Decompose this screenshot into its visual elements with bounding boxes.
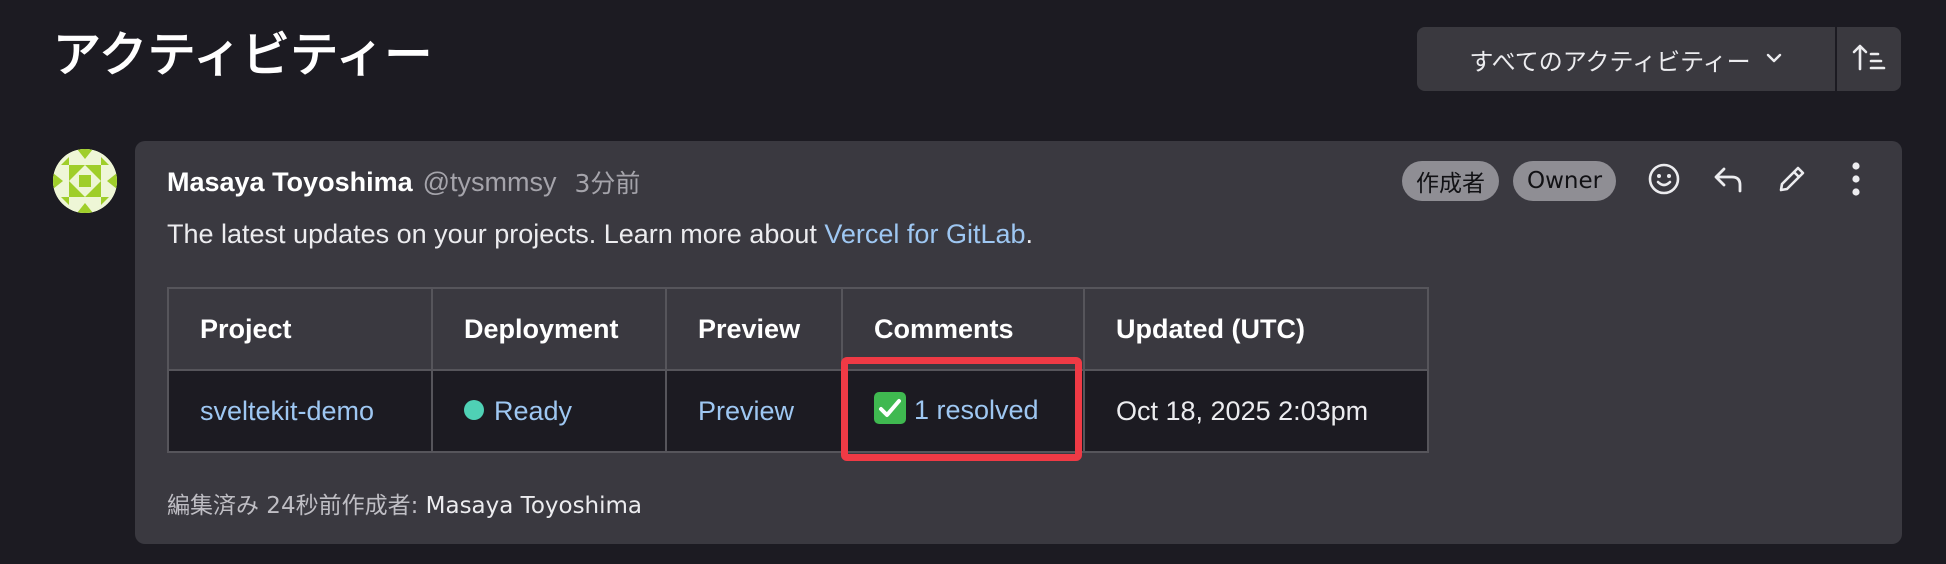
smile-icon: [1647, 162, 1681, 201]
activity-filter-dropdown[interactable]: すべてのアクティビティー: [1417, 27, 1835, 91]
editor-name-link[interactable]: Masaya Toyoshima: [426, 493, 642, 519]
cell-updated: Oct 18, 2025 2:03pm: [1083, 369, 1429, 453]
cell-preview: Preview: [665, 369, 843, 453]
activity-page: アクティビティー すべてのアクティビティー Masaya Toyoshima @…: [0, 0, 1946, 564]
note-body: The latest updates on your projects. Lea…: [167, 213, 1033, 255]
note-timestamp[interactable]: 3分前: [575, 164, 641, 200]
page-title: アクティビティー: [53, 27, 433, 83]
ready-status-dot: [464, 400, 484, 421]
note-actions: [1642, 159, 1878, 203]
reply-icon: [1712, 163, 1744, 200]
note-header: Masaya Toyoshima @tysmmsy 3分前: [167, 161, 640, 203]
more-actions-button[interactable]: [1834, 159, 1878, 203]
header-preview: Preview: [665, 287, 843, 371]
table-header-row: Project Deployment Preview Comments Upda…: [167, 287, 1429, 371]
author-name[interactable]: Masaya Toyoshima: [167, 167, 413, 198]
role-badges: 作成者 Owner: [1402, 161, 1617, 201]
header-updated: Updated (UTC): [1083, 287, 1429, 371]
author-handle[interactable]: @tysmmsy: [423, 167, 557, 198]
note-card: Masaya Toyoshima @tysmmsy 3分前 作成者 Owner: [135, 141, 1902, 544]
sort-ascending-icon: [1852, 42, 1886, 77]
reply-button[interactable]: [1706, 159, 1750, 203]
avatar[interactable]: [53, 149, 117, 213]
chevron-down-icon: [1765, 45, 1783, 73]
note-body-suffix: .: [1025, 219, 1034, 249]
table-row: sveltekit-demo Ready Preview 1 resolved …: [167, 369, 1429, 453]
vercel-for-gitlab-link[interactable]: Vercel for GitLab: [824, 219, 1025, 249]
edited-text: 編集済み 24秒前作成者:: [167, 493, 426, 519]
edit-button[interactable]: [1770, 159, 1814, 203]
cell-deployment: Ready: [431, 369, 667, 453]
preview-link[interactable]: Preview: [698, 396, 794, 426]
cell-project: sveltekit-demo: [167, 369, 433, 453]
deployment-table: Project Deployment Preview Comments Upda…: [167, 287, 1429, 453]
more-vertical-icon: [1850, 161, 1862, 201]
note-body-text: The latest updates on your projects. Lea…: [167, 219, 825, 249]
activity-filter-group: すべてのアクティビティー: [1417, 27, 1901, 91]
sort-button[interactable]: [1837, 27, 1901, 91]
author-badge: 作成者: [1402, 161, 1499, 201]
comments-resolved-link[interactable]: 1 resolved: [914, 395, 1039, 425]
header-deployment: Deployment: [431, 287, 667, 371]
deployment-status-link[interactable]: Ready: [494, 396, 572, 426]
add-reaction-button[interactable]: [1642, 159, 1686, 203]
note-edited-footer: 編集済み 24秒前作成者: Masaya Toyoshima: [167, 486, 642, 520]
check-mark-icon: [874, 392, 906, 425]
cell-comments: 1 resolved: [841, 369, 1085, 453]
pencil-icon: [1776, 163, 1808, 200]
header-comments: Comments: [841, 287, 1085, 371]
header-project: Project: [167, 287, 433, 371]
owner-badge: Owner: [1513, 161, 1617, 201]
project-link[interactable]: sveltekit-demo: [200, 396, 374, 426]
filter-label: すべてのアクティビティー: [1469, 47, 1751, 76]
